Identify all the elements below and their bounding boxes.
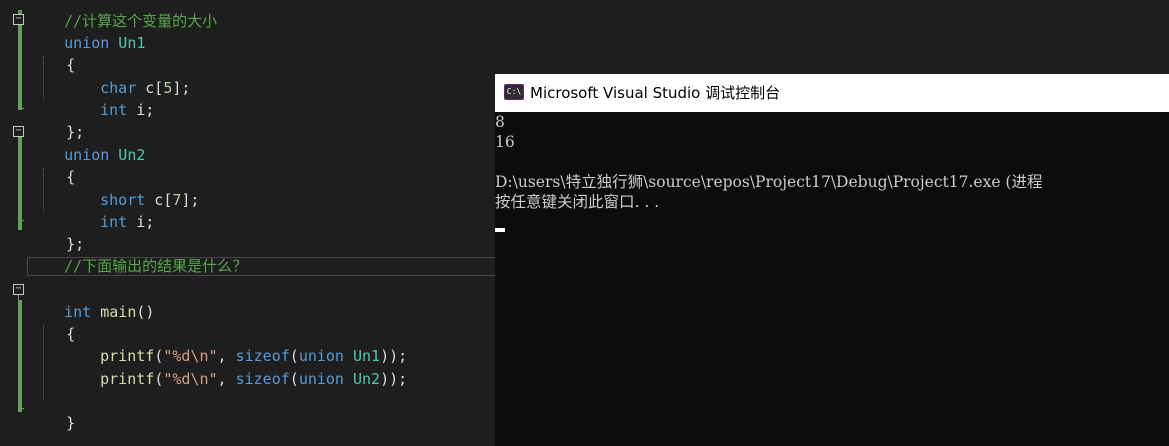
console-output-line: 16 bbox=[495, 133, 515, 151]
code-line: { bbox=[30, 144, 75, 186]
string-literal: "%d\n" bbox=[163, 370, 218, 388]
code-line: int i; bbox=[64, 189, 154, 231]
punctuation: , bbox=[217, 370, 236, 388]
code-line: printf("%d\n", sizeof(union Un2)); bbox=[64, 346, 407, 388]
fold-toggle-icon[interactable]: − bbox=[13, 126, 24, 137]
code-line: { bbox=[30, 301, 75, 343]
console-app-icon: C:\ bbox=[504, 84, 524, 100]
console-cursor bbox=[495, 228, 505, 232]
fold-guide-end bbox=[18, 220, 24, 221]
keyword: union bbox=[298, 370, 344, 388]
code-line: }; bbox=[30, 211, 84, 253]
code-line: union Un1 bbox=[28, 10, 145, 52]
fold-guide bbox=[18, 26, 19, 108]
fold-guide-end bbox=[18, 408, 24, 409]
keyword: int bbox=[100, 101, 128, 119]
function-name: main bbox=[91, 303, 137, 321]
punctuation: )); bbox=[380, 370, 408, 388]
code-line: char c[5]; bbox=[64, 55, 190, 97]
console-output-line: D:\users\特立独行狮\source\repos\Project17\De… bbox=[495, 173, 1043, 191]
code-line: short c[7]; bbox=[64, 167, 199, 209]
console-output-line: 8 bbox=[495, 113, 505, 131]
identifier: i; bbox=[127, 101, 155, 119]
code-line: { bbox=[30, 32, 75, 74]
punctuation: ]; bbox=[181, 191, 200, 209]
punctuation: ( bbox=[289, 370, 299, 388]
fold-toggle-icon[interactable]: − bbox=[13, 284, 24, 295]
fold-guide bbox=[18, 295, 19, 408]
code-line: } bbox=[30, 390, 75, 432]
fold-toggle-icon[interactable]: − bbox=[13, 14, 24, 25]
function-name: printf bbox=[100, 370, 155, 388]
fold-guide-end bbox=[18, 108, 24, 109]
console-titlebar[interactable]: C:\ Microsoft Visual Studio 调试控制台 bbox=[495, 74, 1169, 112]
identifier: i; bbox=[127, 213, 155, 231]
code-line: printf("%d\n", sizeof(union Un1)); bbox=[64, 323, 407, 365]
code-line: union Un2 bbox=[28, 122, 145, 164]
fold-guide bbox=[18, 138, 19, 220]
keyword: sizeof bbox=[235, 370, 290, 388]
code-editor[interactable]: − − − //计算这个变量的大小 union Un1 { char c[5];… bbox=[0, 0, 496, 446]
punctuation: ( bbox=[154, 370, 164, 388]
punctuation: () bbox=[136, 303, 155, 321]
console-title: Microsoft Visual Studio 调试控制台 bbox=[530, 84, 781, 102]
console-icon-label: C:\ bbox=[505, 85, 523, 99]
comment: //下面输出的结果是什么？ bbox=[64, 257, 248, 275]
code-line: int i; bbox=[64, 77, 154, 119]
type-name: Un2 bbox=[343, 370, 381, 388]
type-name: Un2 bbox=[109, 146, 146, 164]
code-line: //计算这个变量的大小 bbox=[28, 0, 217, 30]
console-output-line: 按任意键关闭此窗口. . . bbox=[495, 193, 660, 211]
keyword: int bbox=[100, 213, 128, 231]
code-line: int main() bbox=[28, 279, 154, 321]
brace: } bbox=[66, 414, 76, 432]
code-line: //下面输出的结果是什么？ bbox=[28, 233, 247, 275]
debug-console-window[interactable]: C:\ Microsoft Visual Studio 调试控制台 8 16 D… bbox=[495, 74, 1169, 446]
punctuation: ]; bbox=[172, 79, 191, 97]
type-name: Un1 bbox=[109, 34, 146, 52]
code-line: }; bbox=[30, 99, 84, 141]
